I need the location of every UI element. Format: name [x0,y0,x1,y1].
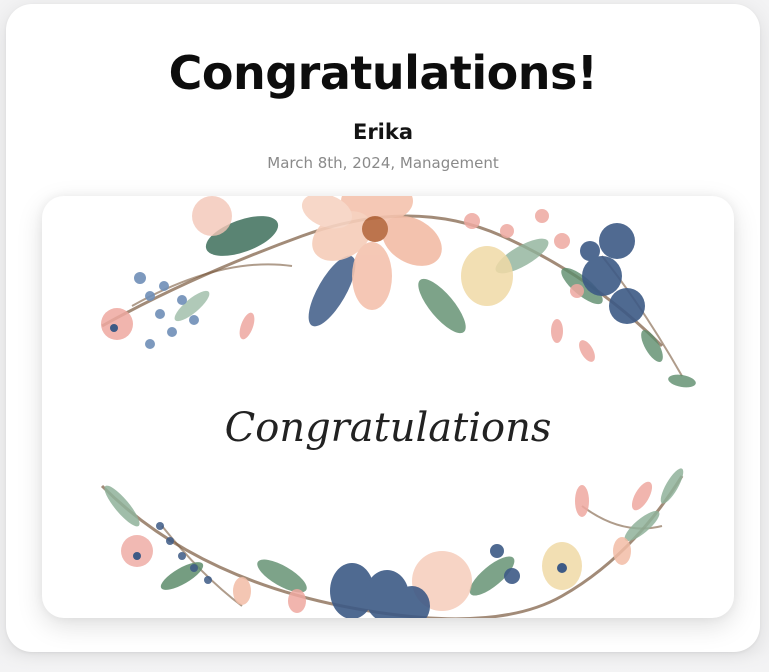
greeting-card: Congratulations! Erika March 8th, 2024, … [6,4,760,652]
card-title: Congratulations! [168,46,598,100]
floral-card-image: Congratulations [42,196,734,618]
floral-wreath-illustration: Congratulations [100,196,696,618]
recipient-name: Erika [352,120,414,144]
card-meta: March 8th, 2024, Management [267,154,499,172]
bottom-garland [100,468,684,618]
bottom-fade [0,652,769,672]
top-garland [101,196,696,388]
image-caption-text: Congratulations [225,405,552,451]
